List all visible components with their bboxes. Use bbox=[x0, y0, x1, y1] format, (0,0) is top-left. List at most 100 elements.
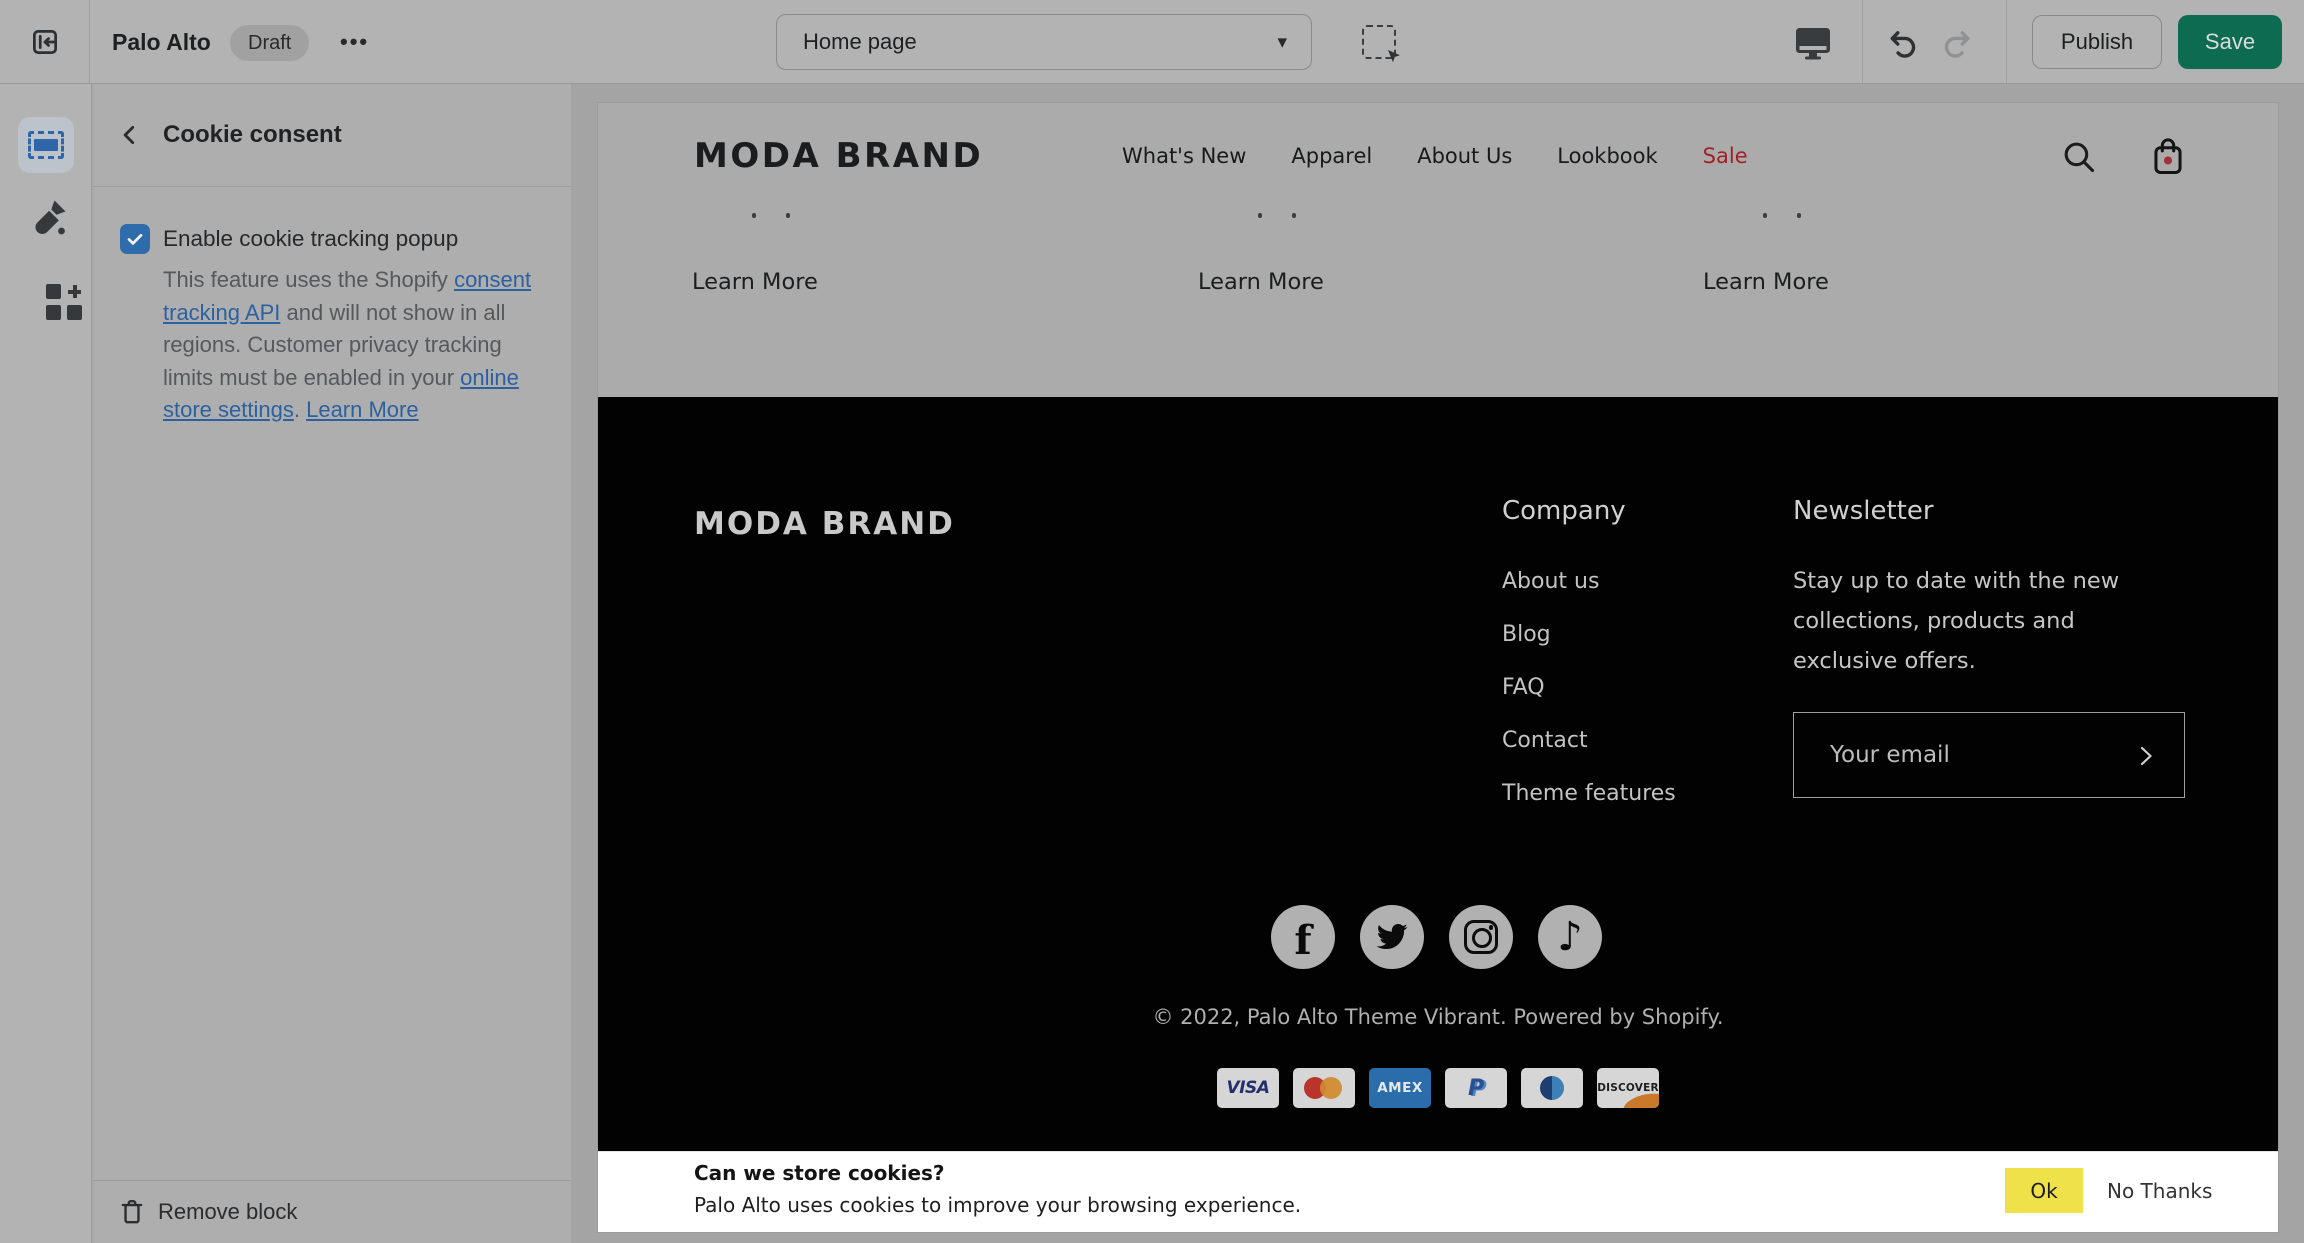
search-icon bbox=[2061, 139, 2097, 175]
divider bbox=[89, 0, 90, 83]
nav-about-us[interactable]: About Us bbox=[1417, 144, 1512, 168]
top-bar: Palo Alto Draft ••• Home page ▾ bbox=[0, 0, 2304, 84]
text-clip-dots bbox=[1258, 203, 1326, 209]
left-icon-rail bbox=[0, 84, 92, 1243]
newsletter-text: Stay up to date with the new collections… bbox=[1793, 561, 2129, 681]
newsletter-heading: Newsletter bbox=[1793, 496, 1934, 526]
device-preview-button[interactable] bbox=[1792, 24, 1834, 62]
publish-button[interactable]: Publish bbox=[2032, 15, 2162, 69]
footer-link-contact[interactable]: Contact bbox=[1502, 714, 1676, 767]
redo-button[interactable] bbox=[1936, 22, 1978, 62]
company-links: About us Blog FAQ Contact Theme features bbox=[1502, 555, 1676, 820]
social-links: f ♪ bbox=[1271, 905, 1602, 969]
panel-title: Cookie consent bbox=[163, 84, 342, 186]
sidebar-item-sections[interactable] bbox=[18, 117, 74, 173]
sidebar-item-theme-settings[interactable] bbox=[22, 192, 70, 240]
text-clip-dots bbox=[1763, 203, 1831, 209]
cookie-banner-title: Can we store cookies? bbox=[694, 1161, 945, 1185]
section-picker-tool-button[interactable] bbox=[1362, 25, 1396, 59]
footer-link-about-us[interactable]: About us bbox=[1502, 555, 1676, 608]
desktop-monitor-icon bbox=[1794, 26, 1832, 60]
footer-link-theme-features[interactable]: Theme features bbox=[1502, 767, 1676, 820]
instagram-button[interactable] bbox=[1449, 905, 1513, 969]
twitter-icon bbox=[1375, 920, 1409, 954]
sections-icon bbox=[28, 131, 64, 159]
copyright-text: © 2022, Palo Alto Theme Vibrant. Powered… bbox=[598, 1005, 2278, 1029]
nav-apparel[interactable]: Apparel bbox=[1291, 144, 1372, 168]
paint-brush-icon bbox=[28, 194, 64, 238]
chevron-down-icon: ▾ bbox=[1277, 31, 1287, 54]
cursor-icon bbox=[1386, 48, 1402, 64]
cookie-banner-description: Palo Alto uses cookies to improve your b… bbox=[694, 1193, 1301, 1217]
instagram-icon bbox=[1464, 920, 1498, 954]
page-selector-dropdown[interactable]: Home page ▾ bbox=[776, 14, 1312, 70]
diners-badge bbox=[1521, 1068, 1583, 1108]
divider bbox=[1862, 0, 1863, 83]
panel-body: Enable cookie tracking popup This featur… bbox=[93, 186, 571, 1181]
text-clip-dots bbox=[752, 203, 820, 209]
description-text: This feature uses the Shopify bbox=[163, 267, 448, 292]
page-selector-value: Home page bbox=[803, 29, 917, 55]
back-button[interactable] bbox=[111, 115, 151, 155]
visa-badge: VISA bbox=[1217, 1068, 1279, 1108]
undo-button[interactable] bbox=[1882, 22, 1924, 62]
settings-panel: Cookie consent Enable cookie tracking po… bbox=[93, 84, 571, 1243]
cart-button[interactable] bbox=[2144, 136, 2184, 176]
footer-logo: MODA BRAND bbox=[694, 506, 955, 542]
theme-name: Palo Alto bbox=[112, 0, 211, 84]
store-logo[interactable]: MODA BRAND bbox=[694, 136, 983, 176]
learn-more-link[interactable]: Learn More bbox=[306, 397, 419, 422]
status-badge: Draft bbox=[230, 25, 309, 61]
chevron-left-icon bbox=[117, 122, 145, 148]
chevron-right-icon bbox=[2134, 744, 2156, 768]
save-button[interactable]: Save bbox=[2178, 15, 2282, 69]
facebook-button[interactable]: f bbox=[1271, 905, 1335, 969]
enable-cookie-popup-checkbox[interactable] bbox=[120, 224, 150, 254]
amex-badge: AMEX bbox=[1369, 1068, 1431, 1108]
search-button[interactable] bbox=[2059, 137, 2099, 177]
description-text: . bbox=[294, 397, 300, 422]
exit-editor-button[interactable] bbox=[18, 16, 72, 68]
tiktok-button[interactable]: ♪ bbox=[1538, 905, 1602, 969]
checkmark-icon bbox=[124, 228, 146, 250]
learn-more-link-3[interactable]: Learn More bbox=[1703, 269, 1829, 295]
checkbox-label: Enable cookie tracking popup bbox=[163, 224, 458, 254]
tiktok-icon: ♪ bbox=[1557, 914, 1583, 960]
payment-methods: VISA AMEX P DISCOVER bbox=[1217, 1068, 1659, 1108]
nav-lookbook[interactable]: Lookbook bbox=[1557, 144, 1657, 168]
more-options-icon: ••• bbox=[340, 29, 369, 54]
twitter-button[interactable] bbox=[1360, 905, 1424, 969]
newsletter-email-input[interactable] bbox=[1794, 713, 2184, 797]
newsletter-submit-button[interactable] bbox=[2128, 739, 2162, 773]
learn-more-link-1[interactable]: Learn More bbox=[692, 269, 818, 295]
cookie-consent-banner: Can we store cookies? Palo Alto uses coo… bbox=[598, 1152, 2278, 1232]
footer-link-blog[interactable]: Blog bbox=[1502, 608, 1676, 661]
remove-block-label: Remove block bbox=[158, 1199, 297, 1225]
footer-link-faq[interactable]: FAQ bbox=[1502, 661, 1676, 714]
learn-more-link-2[interactable]: Learn More bbox=[1198, 269, 1324, 295]
divider bbox=[2006, 0, 2007, 83]
panel-header: Cookie consent bbox=[93, 84, 571, 187]
exit-icon bbox=[30, 27, 60, 57]
company-heading: Company bbox=[1502, 496, 1626, 526]
cookie-no-thanks-button[interactable]: No Thanks bbox=[2101, 1168, 2218, 1213]
undo-icon bbox=[1886, 25, 1920, 59]
theme-editor: Palo Alto Draft ••• Home page ▾ bbox=[0, 0, 2304, 1243]
sidebar-item-app-embeds[interactable] bbox=[26, 264, 66, 304]
store-preview: MODA BRAND What's New Apparel About Us L… bbox=[598, 103, 2278, 1232]
mastercard-badge bbox=[1293, 1068, 1355, 1108]
nav-whats-new[interactable]: What's New bbox=[1122, 144, 1246, 168]
setting-description: This feature uses the Shopify consent tr… bbox=[163, 264, 551, 427]
remove-block-button[interactable]: Remove block bbox=[93, 1181, 571, 1243]
store-nav: What's New Apparel About Us Lookbook Sal… bbox=[1122, 144, 1748, 168]
facebook-icon: f bbox=[1294, 917, 1311, 964]
discover-badge: DISCOVER bbox=[1597, 1068, 1659, 1108]
shopping-bag-icon bbox=[2150, 137, 2178, 175]
panel-footer: Remove block bbox=[93, 1180, 571, 1243]
nav-sale[interactable]: Sale bbox=[1703, 144, 1748, 168]
more-options-button[interactable]: ••• bbox=[334, 20, 375, 64]
newsletter-form bbox=[1793, 712, 2185, 798]
cookie-ok-button[interactable]: Ok bbox=[2005, 1168, 2083, 1213]
paypal-badge: P bbox=[1445, 1068, 1507, 1108]
redo-icon bbox=[1940, 25, 1974, 59]
